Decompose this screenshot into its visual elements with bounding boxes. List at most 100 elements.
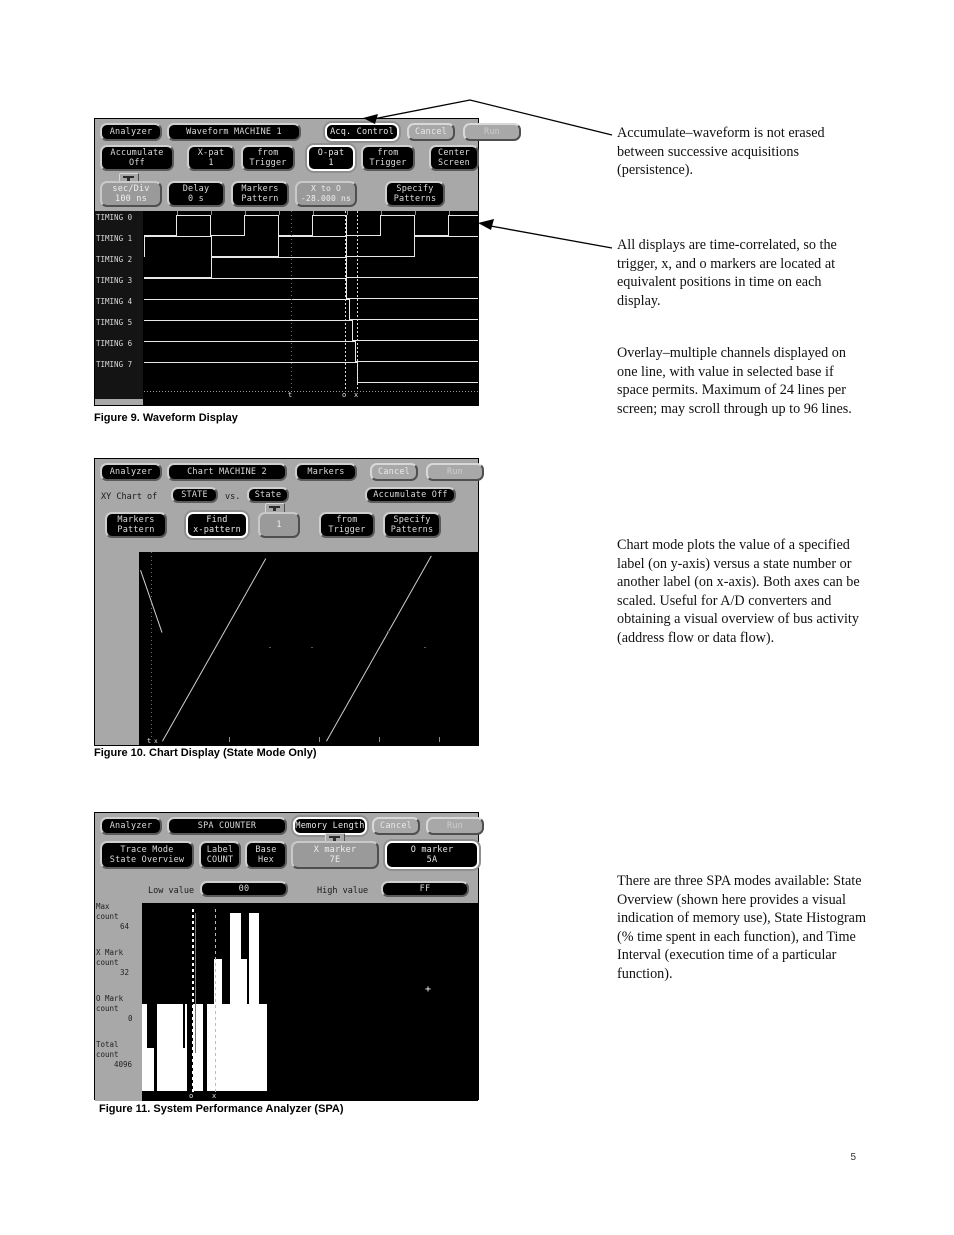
- waveform-trace: [278, 215, 279, 236]
- button-chart-machine[interactable]: Chart MACHINE 2: [167, 463, 287, 481]
- button-base-hex[interactable]: Base Hex: [245, 841, 287, 869]
- marker-o-glyph: o: [342, 391, 347, 399]
- button-o-pattern[interactable]: O-pat 1: [307, 145, 355, 171]
- button-delay[interactable]: Delay 0 s: [167, 181, 225, 207]
- waveform-menu-bar: Analyzer Waveform MACHINE 1 Acq. Control…: [95, 119, 521, 405]
- button-cancel[interactable]: Cancel: [370, 463, 418, 481]
- axis-label: X Mark: [96, 948, 124, 957]
- graticule-tick: [439, 737, 440, 742]
- axis-label: Total: [96, 1040, 119, 1049]
- note-spa-modes: There are three SPA modes available: Sta…: [617, 873, 867, 982]
- button-run[interactable]: Run: [463, 123, 521, 141]
- waveform-trace: [355, 341, 356, 362]
- waveform-trace: [144, 278, 347, 279]
- button-run[interactable]: Run: [426, 463, 484, 481]
- chart-dot: [424, 647, 426, 648]
- button-x-axis-label[interactable]: State: [247, 487, 289, 503]
- button-trace-mode[interactable]: Trace Mode State Overview: [100, 841, 194, 869]
- button-y-axis-label[interactable]: STATE: [171, 487, 218, 503]
- button-waveform-machine[interactable]: Waveform MACHINE 1: [167, 123, 301, 141]
- waveform-trace: [144, 236, 212, 237]
- waveform-trace: [278, 236, 346, 237]
- chart-menu-bar: Analyzer Chart MACHINE 2 Markers Cancel …: [95, 459, 484, 745]
- button-x-pattern[interactable]: X-pat 1: [187, 145, 235, 171]
- button-accumulate[interactable]: Accumulate Off: [365, 487, 456, 503]
- waveform-trace: [352, 320, 353, 341]
- waveform-trace: [244, 215, 245, 236]
- button-acq-control[interactable]: Acq. Control: [325, 123, 399, 141]
- graticule-tick: [379, 737, 380, 742]
- scroll-footer[interactable]: [95, 399, 143, 405]
- button-analyzer[interactable]: Analyzer: [100, 817, 162, 835]
- note-accumulate: Accumulate–waveform is not erased betwee…: [617, 125, 825, 179]
- graticule-tick: [229, 737, 230, 742]
- spa-axis-footer: [95, 1093, 142, 1101]
- waveform-trace: [380, 215, 415, 216]
- waveform-trace: [211, 257, 212, 278]
- o-marker-line: [345, 211, 346, 391]
- button-x-to-o[interactable]: X to O -28.000 ns: [295, 181, 357, 207]
- figure-9-caption: Figure 9. Waveform Display: [94, 412, 238, 424]
- waveform-trace: [346, 298, 478, 299]
- waveform-trace: [346, 257, 347, 278]
- chart-dot: [311, 647, 313, 648]
- button-spa-counter[interactable]: SPA COUNTER: [167, 817, 287, 835]
- button-x-marker[interactable]: X marker 7E: [291, 841, 379, 869]
- waveform-trace: [144, 299, 350, 300]
- chart-plot-area[interactable]: t x: [139, 552, 478, 745]
- button-o-marker[interactable]: O marker 5A: [385, 841, 479, 869]
- field-high-value[interactable]: FF: [381, 881, 469, 897]
- note-chart-mode: Chart mode plots the value of a specifie…: [617, 537, 860, 646]
- button-cancel[interactable]: Cancel: [372, 817, 420, 835]
- waveform-trace: [414, 236, 415, 257]
- histogram-bar: [249, 913, 259, 1091]
- channel-label: TIMING 1: [96, 234, 133, 243]
- waveform-trace: [144, 236, 145, 257]
- button-occurrence-count[interactable]: 1: [258, 512, 300, 538]
- waveform-trace: [244, 215, 279, 216]
- waveform-trace: [346, 215, 347, 236]
- chart-display-screen: Analyzer Chart MACHINE 2 Markers Cancel …: [94, 458, 484, 746]
- button-accumulate[interactable]: Accumulate Off: [100, 145, 174, 171]
- button-markers[interactable]: Markers: [295, 463, 357, 481]
- o-marker-line: [192, 909, 194, 1093]
- waveform-trace: [346, 278, 347, 299]
- note-overlay: Overlay–multiple channels displayed on o…: [617, 345, 852, 417]
- button-o-from-trigger[interactable]: from Trigger: [361, 145, 415, 171]
- xy-chart-of-label: XY Chart of: [101, 492, 158, 502]
- waveform-trace: [448, 215, 478, 216]
- button-analyzer[interactable]: Analyzer: [100, 463, 162, 481]
- spa-display-screen: Analyzer SPA COUNTER Memory Length Cance…: [94, 812, 484, 1101]
- button-analyzer[interactable]: Analyzer: [100, 123, 162, 141]
- button-find-x-pattern[interactable]: Find x-pattern: [186, 512, 248, 538]
- button-markers-pattern[interactable]: Markers Pattern: [105, 512, 167, 538]
- button-x-from-trigger[interactable]: from Trigger: [241, 145, 295, 171]
- x-marker-line: [151, 552, 152, 740]
- channel-label: TIMING 2: [96, 255, 133, 264]
- button-from-trigger[interactable]: from Trigger: [319, 512, 375, 538]
- document-page: Analyzer Waveform MACHINE 1 Acq. Control…: [0, 0, 954, 1235]
- button-cancel[interactable]: Cancel: [407, 123, 455, 141]
- waveform-plot-area[interactable]: TIMING 0 TIMING 1 TIMING 2 TIMING 3 TIMI…: [95, 211, 478, 405]
- waveform-trace: [349, 299, 350, 320]
- button-label-count[interactable]: Label COUNT: [199, 841, 241, 869]
- button-specify-patterns[interactable]: Specify Patterns: [385, 181, 445, 207]
- button-run[interactable]: Run: [426, 817, 484, 835]
- field-low-value[interactable]: 00: [200, 881, 288, 897]
- spa-plot-area[interactable]: Max count 64 X Mark count 32 O Mark coun…: [95, 903, 478, 1101]
- waveform-trace: [211, 257, 347, 258]
- channel-label: TIMING 0: [96, 213, 133, 222]
- button-markers-pattern[interactable]: Markers Pattern: [231, 181, 289, 207]
- axis-value: 0: [128, 1014, 133, 1023]
- axis-value: 64: [120, 922, 130, 931]
- waveform-trace: [380, 215, 381, 236]
- button-specify-patterns[interactable]: Specify Patterns: [383, 512, 441, 538]
- waveform-trace: [278, 236, 279, 257]
- marker-trigger-glyph: t: [288, 391, 293, 399]
- waveform-trace: [352, 340, 478, 341]
- button-sec-per-div[interactable]: sec/Div 100 ns: [100, 181, 162, 207]
- waveform-trace: [414, 236, 478, 237]
- button-center-screen[interactable]: Center Screen: [429, 145, 479, 171]
- marker-trigger-glyph: t: [147, 737, 152, 745]
- note-time-correlated: All displays are time-correlated, so the…: [617, 237, 837, 309]
